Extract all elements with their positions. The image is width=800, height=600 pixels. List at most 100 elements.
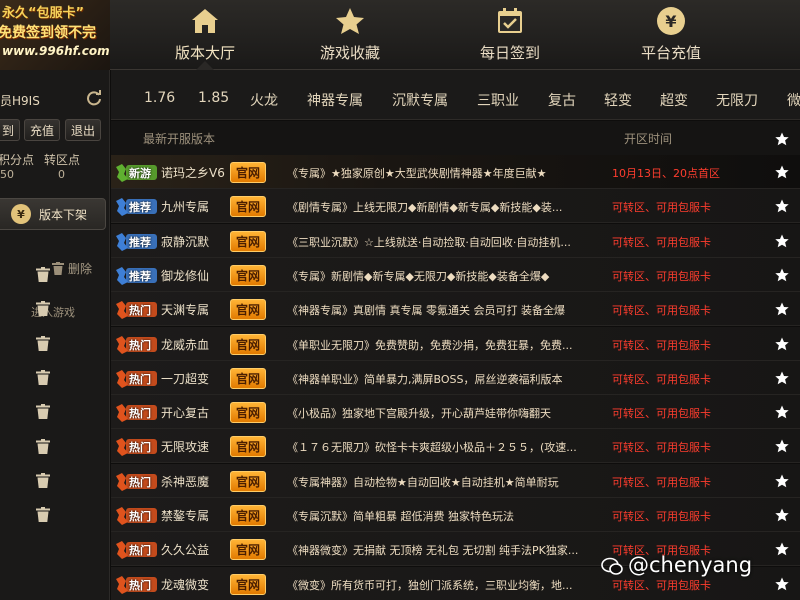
filter-chip[interactable]: 1.76 <box>144 90 175 106</box>
server-description[interactable]: 《微变》所有货币可打，独创门派系统，三职业均衡，地... <box>287 577 582 593</box>
tag-label: 热门 <box>129 372 151 386</box>
star-icon[interactable] <box>775 131 789 146</box>
favorite-star-icon[interactable] <box>775 473 789 487</box>
nav-platform-recharge[interactable]: ¥ 平台充值 <box>616 0 726 70</box>
official-site-button[interactable]: 官网 <box>230 436 266 458</box>
server-row[interactable]: 推荐 九州专属 官网 《剧情专属》上线无限刀◆新剧情◆新专属◆新技能◆装... 可转区、… <box>111 189 800 224</box>
official-site-button[interactable]: 官网 <box>230 505 266 526</box>
server-name[interactable]: 九州专属 <box>161 198 209 215</box>
server-description[interactable]: 《１７６无限刀》砍怪卡卡爽超级小极品＋２５５，(攻速... <box>287 439 582 455</box>
favorite-star-icon[interactable] <box>775 507 789 522</box>
trash-icon[interactable] <box>36 336 50 351</box>
server-row[interactable]: 推荐 寂静沉默 官网 《三职业沉默》☆上线就送·自动捡取·自动回收·自动挂机... 可转… <box>111 223 800 258</box>
nav-version-hall[interactable]: 版本大厅 <box>150 0 260 70</box>
server-description[interactable]: 《神器微变》无捐献 无顶榜 无礼包 无切割 纯手法PK独家... <box>287 542 582 558</box>
server-description[interactable]: 《神器单职业》简单暴力,满屏BOSS，屌丝逆袭福利版本 <box>287 371 582 387</box>
nav-game-favorites[interactable]: 游戏收藏 <box>295 0 405 70</box>
official-site-button[interactable]: 官网 <box>230 470 266 492</box>
logout-button[interactable]: 退出 <box>65 119 101 141</box>
trash-icon[interactable] <box>36 473 50 488</box>
server-name[interactable]: 一刀超变 <box>161 370 209 387</box>
server-description[interactable]: 《三职业沉默》☆上线就送·自动捡取·自动回收·自动挂机... <box>287 234 582 250</box>
server-name[interactable]: 诺玛之乡V6 <box>161 164 225 181</box>
official-site-button[interactable]: 官网 <box>230 402 266 424</box>
filter-chip[interactable]: 轻变 <box>604 90 632 110</box>
server-description[interactable]: 《小极品》独家地下宫殿升级，开心葫芦娃带你嗨翻天 <box>287 405 582 421</box>
server-row[interactable]: 热门 杀神恶魔 官网 《专属神器》自动检物★自动回收★自动挂机★简单耐玩 可转区、可用包… <box>111 463 800 498</box>
server-description[interactable]: 《专属》新剧情◆新专属◆无限刀◆新技能◆装备全爆◆ <box>287 268 582 284</box>
server-description[interactable]: 《专属》★独家原创★大型武侠剧情神器★年度巨献★ <box>287 165 582 181</box>
server-row[interactable]: 热门 无限攻速 官网 《１７６无限刀》砍怪卡卡爽超级小极品＋２５５，(攻速... 可转区… <box>111 429 800 464</box>
server-name[interactable]: 杀神恶魔 <box>161 473 209 490</box>
official-site-button[interactable]: 官网 <box>230 573 266 595</box>
favorite-star-icon[interactable] <box>775 233 789 247</box>
version-delist-button[interactable]: ¥ 版本下架 <box>0 198 106 230</box>
filter-chip[interactable]: 三职业 <box>477 90 519 110</box>
server-name[interactable]: 天渊专属 <box>161 301 209 318</box>
official-site-button[interactable]: 官网 <box>230 196 266 218</box>
filter-chip[interactable]: 超变 <box>660 90 688 110</box>
yen-icon: ¥ <box>11 204 31 224</box>
server-row[interactable]: 热门 龙威赤血 官网 《单职业无限刀》免费赞助，免费沙捐，免费狂暴，免费... 可转区、… <box>111 326 800 361</box>
official-site-button[interactable]: 官网 <box>230 230 266 252</box>
filter-chip[interactable]: 1.85 <box>198 90 229 106</box>
official-site-button[interactable]: 官网 <box>230 367 266 389</box>
server-row[interactable]: 热门 一刀超变 官网 《神器单职业》简单暴力,满屏BOSS，屌丝逆袭福利版本 可转区、可… <box>111 360 800 395</box>
favorite-star-icon[interactable] <box>775 370 789 385</box>
filter-chip[interactable]: 神器专属 <box>307 90 363 110</box>
recharge-button[interactable]: 充值 <box>24 119 60 141</box>
favorite-star-icon[interactable] <box>775 164 789 179</box>
filter-chip[interactable]: 复古 <box>548 90 576 110</box>
filter-chip[interactable]: 微 <box>787 90 800 110</box>
favorite-star-icon[interactable] <box>775 438 789 453</box>
server-description[interactable]: 《剧情专属》上线无限刀◆新剧情◆新专属◆新技能◆装... <box>287 199 582 215</box>
favorite-star-icon[interactable] <box>775 198 789 213</box>
server-description[interactable]: 《单职业无限刀》免费赞助，免费沙捐，免费狂暴，免费... <box>287 337 582 353</box>
filter-chip[interactable]: 火龙 <box>250 90 278 110</box>
server-name[interactable]: 龙威赤血 <box>161 336 209 353</box>
official-site-button[interactable]: 官网 <box>230 264 266 286</box>
favorite-star-icon[interactable] <box>775 576 789 590</box>
server-description[interactable]: 《神器专属》真剧情 真专属 零氪通关 会员可打 装备全爆 <box>287 302 582 318</box>
tag-label: 热门 <box>129 475 151 489</box>
server-row[interactable]: 热门 开心复古 官网 《小极品》独家地下宫殿升级，开心葫芦娃带你嗨翻天 可转区、可用包服… <box>111 395 800 430</box>
favorite-star-icon[interactable] <box>775 301 789 316</box>
favorite-star-icon[interactable] <box>775 267 789 282</box>
trash-icon[interactable] <box>36 301 50 316</box>
trash-icon[interactable] <box>36 439 50 454</box>
server-name[interactable]: 无限攻速 <box>161 438 209 455</box>
server-description[interactable]: 《专属神器》自动检物★自动回收★自动挂机★简单耐玩 <box>287 474 582 490</box>
filter-chip[interactable]: 沉默专属 <box>392 90 448 110</box>
server-name[interactable]: 禁鏊专属 <box>161 507 209 524</box>
favorite-star-icon[interactable] <box>775 541 789 556</box>
watermark-text: @chenyang <box>628 553 753 577</box>
server-row[interactable]: 热门 禁鏊专属 官网 《专属沉默》简单粗暴 超低消费 独家特色玩法 可转区、可用包服卡 <box>111 498 800 532</box>
server-row[interactable]: 热门 天渊专属 官网 《神器专属》真剧情 真专属 零氪通关 会员可打 装备全爆 可转区、… <box>111 292 800 327</box>
official-site-button[interactable]: 官网 <box>230 162 266 183</box>
server-row[interactable]: 新游 诺玛之乡V6 官网 《专属》★独家原创★大型武侠剧情神器★年度巨献★ 10月13日… <box>111 155 800 189</box>
official-site-button[interactable]: 官网 <box>230 333 266 355</box>
favorite-star-icon[interactable] <box>775 404 789 419</box>
refresh-icon[interactable] <box>86 90 102 106</box>
official-site-button[interactable]: 官网 <box>230 299 266 321</box>
official-site-button[interactable]: 官网 <box>230 539 266 561</box>
trash-icon[interactable] <box>36 370 50 385</box>
tag-label: 热门 <box>129 338 151 352</box>
open-time: 10月13日、20点首区 <box>612 167 720 180</box>
trash-icon[interactable] <box>36 507 50 522</box>
filter-chip[interactable]: 无限刀 <box>716 90 758 110</box>
favorite-star-icon[interactable] <box>775 336 789 350</box>
delete-all-button[interactable]: 删除 <box>52 260 92 277</box>
server-name[interactable]: 御龙修仙 <box>161 267 209 284</box>
site-logo[interactable]: 永久“包服卡” 免费签到领不完 www.996hf.com <box>0 0 110 70</box>
server-name[interactable]: 开心复古 <box>161 404 209 421</box>
server-description[interactable]: 《专属沉默》简单粗暴 超低消费 独家特色玩法 <box>287 508 582 524</box>
trash-icon[interactable] <box>36 404 50 419</box>
server-name[interactable]: 龙魂微变 <box>161 576 209 593</box>
nav-daily-checkin[interactable]: 每日签到 <box>455 0 565 70</box>
server-name[interactable]: 寂静沉默 <box>161 233 209 250</box>
server-name[interactable]: 久久公益 <box>161 541 209 558</box>
checkin-button[interactable]: 到 <box>0 119 20 141</box>
server-row[interactable]: 推荐 御龙修仙 官网 《专属》新剧情◆新专属◆无限刀◆新技能◆装备全爆◆ 可转区、可用包… <box>111 257 800 292</box>
trash-icon[interactable] <box>36 267 50 282</box>
